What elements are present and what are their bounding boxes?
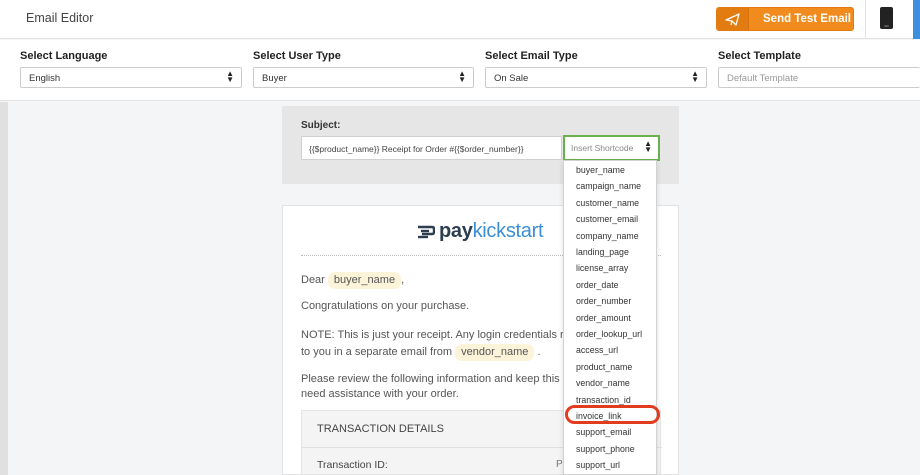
select-arrows-icon: ▲ ▼: [226, 69, 234, 84]
select-arrows-icon: ▲ ▼: [458, 69, 466, 84]
select-arrows-icon: ▲ ▼: [644, 139, 652, 154]
greeting: Dear buyer_name,: [301, 272, 404, 289]
shortcode-option-order-date[interactable]: order_date: [576, 278, 619, 292]
shortcode-option-order-number[interactable]: order_number: [576, 294, 631, 308]
send-test-email-label: Send Test Email: [763, 13, 851, 25]
shortcode-option-access-url[interactable]: access_url: [576, 343, 618, 357]
user-type-label: Select User Type: [253, 50, 341, 62]
highlight-annotation: [565, 405, 660, 424]
review-line-2: need assistance with your order.: [301, 388, 459, 400]
review-line-1: Please review the following information …: [301, 373, 560, 385]
shortcode-option-customer-name[interactable]: customer_name: [576, 196, 639, 210]
user-type-select[interactable]: Buyer ▲ ▼: [253, 67, 474, 88]
paykickstart-logo-icon: [418, 225, 435, 239]
shortcode-option-support-url[interactable]: support_url: [576, 458, 620, 472]
shortcode-dropdown: buyer_name campaign_name customer_namecust…: [563, 160, 657, 475]
page-title: Email Editor: [26, 11, 94, 25]
email-type-label: Select Email Type: [485, 50, 578, 62]
shortcode-option-order-lookup-url[interactable]: order_lookup_url: [576, 327, 642, 341]
template-select[interactable]: Default Template: [718, 67, 920, 88]
language-select[interactable]: English ▲ ▼: [20, 67, 242, 88]
shortcode-option-landing-page[interactable]: landing_page: [576, 245, 629, 259]
shortcode-option-order-amount[interactable]: order_amount: [576, 311, 631, 325]
shortcode-tag[interactable]: buyer_name: [327, 272, 402, 289]
top-bar: Email Editor Send Test Email: [0, 0, 920, 39]
template-label: Select Template: [718, 50, 801, 62]
divider: [865, 0, 866, 39]
shortcode-option-product-name[interactable]: product_name: [576, 360, 632, 374]
shortcode-option-buyer-name[interactable]: buyer_name: [576, 163, 625, 177]
desktop-preview-tab[interactable]: [913, 0, 920, 39]
subject-input[interactable]: {{$product_name}} Receipt for Order #{{$…: [301, 136, 562, 160]
send-test-email-button[interactable]: Send Test Email: [716, 7, 854, 31]
shortcode-option-customer-email[interactable]: customer_email: [576, 212, 638, 226]
subject-label: Subject:: [301, 120, 341, 131]
note-line-2: to you in a separate email from vendor_n…: [301, 344, 541, 361]
shortcode-option-support-phone[interactable]: support_phone: [576, 442, 635, 456]
shortcode-tag[interactable]: vendor_name: [455, 344, 535, 361]
shortcode-option-license-array[interactable]: license_array: [576, 261, 628, 275]
insert-shortcode-select[interactable]: Insert Shortcode ▲ ▼: [563, 135, 660, 161]
note-line-1: NOTE: This is just your receipt. Any log…: [301, 329, 570, 341]
shortcode-option-company-name[interactable]: company_name: [576, 229, 639, 243]
language-label: Select Language: [20, 50, 108, 62]
settings-bar: Select Language English ▲ ▼ Select User T…: [0, 40, 920, 101]
congrats-text: Congratulations on your purchase.: [301, 300, 470, 312]
mobile-preview-icon[interactable]: [880, 7, 893, 29]
email-type-select[interactable]: On Sale ▲ ▼: [485, 67, 707, 88]
paper-plane-icon: [717, 8, 749, 30]
select-arrows-icon: ▲ ▼: [691, 69, 699, 84]
shortcode-option-campaign-name[interactable]: campaign_name: [576, 179, 641, 193]
details-header: TRANSACTION DETAILS: [317, 423, 444, 435]
sidebar-edge: [0, 102, 8, 475]
shortcode-option-vendor-name[interactable]: vendor_name: [576, 376, 630, 390]
shortcode-option-support-email[interactable]: support_email: [576, 425, 631, 439]
transaction-id-label: Transaction ID:: [317, 459, 388, 471]
